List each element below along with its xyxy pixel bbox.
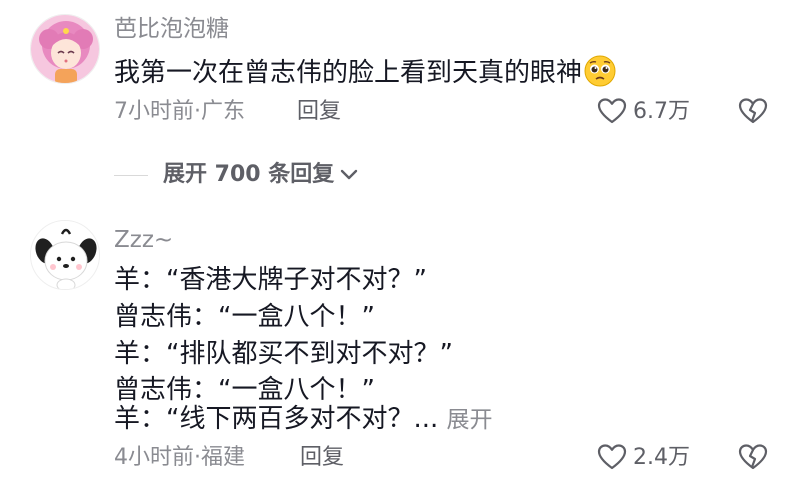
dislike-button[interactable] (738, 443, 768, 471)
expand-text-button[interactable]: 展开 (447, 407, 493, 433)
divider (114, 175, 148, 176)
expand-replies-label: 展开 700 条回复 (163, 162, 335, 187)
pleading-face-emoji-icon (584, 55, 616, 87)
heart-outline-icon (597, 98, 627, 124)
chevron-down-icon (340, 168, 358, 182)
like-button[interactable] (597, 443, 627, 471)
comment-line: 曾志伟：“一盒八个！” (114, 375, 375, 405)
like-count: 2.4万 (633, 445, 690, 470)
time-location: 4小时前·福建 (114, 445, 245, 470)
comment-line-last: 羊：“线下两百多对不对？... 展开 (114, 403, 493, 436)
username[interactable]: 芭比泡泡糖 (114, 14, 229, 44)
comment-line: 羊：“香港大牌子对不对？” (114, 265, 427, 295)
like-button[interactable] (597, 97, 627, 125)
reply-button[interactable]: 回复 (300, 444, 344, 472)
time-location: 7小时前·广东 (114, 99, 245, 124)
comment-line: 曾志伟：“一盒八个！” (114, 302, 375, 332)
anime-girl-avatar-icon (31, 15, 99, 83)
avatar[interactable] (30, 14, 100, 84)
comment-text: 我第一次在曾志伟的脸上看到天真的眼神 (114, 55, 616, 89)
avatar[interactable] (30, 220, 100, 290)
comment-line: 羊：“线下两百多对不对？... (114, 404, 439, 434)
broken-heart-icon (738, 98, 768, 124)
broken-heart-icon (738, 444, 768, 470)
username[interactable]: Zzz~ (114, 225, 173, 255)
heart-outline-icon (597, 444, 627, 470)
comment-body: 我第一次在曾志伟的脸上看到天真的眼神 (114, 58, 583, 88)
expand-replies-button[interactable]: 展开 700 条回复 (163, 160, 358, 190)
comment-line: 羊：“排队都买不到对不对？” (114, 339, 453, 369)
reply-button[interactable]: 回复 (297, 98, 341, 126)
white-puppy-avatar-icon (31, 221, 99, 289)
dislike-button[interactable] (738, 97, 768, 125)
like-count: 6.7万 (633, 99, 690, 124)
